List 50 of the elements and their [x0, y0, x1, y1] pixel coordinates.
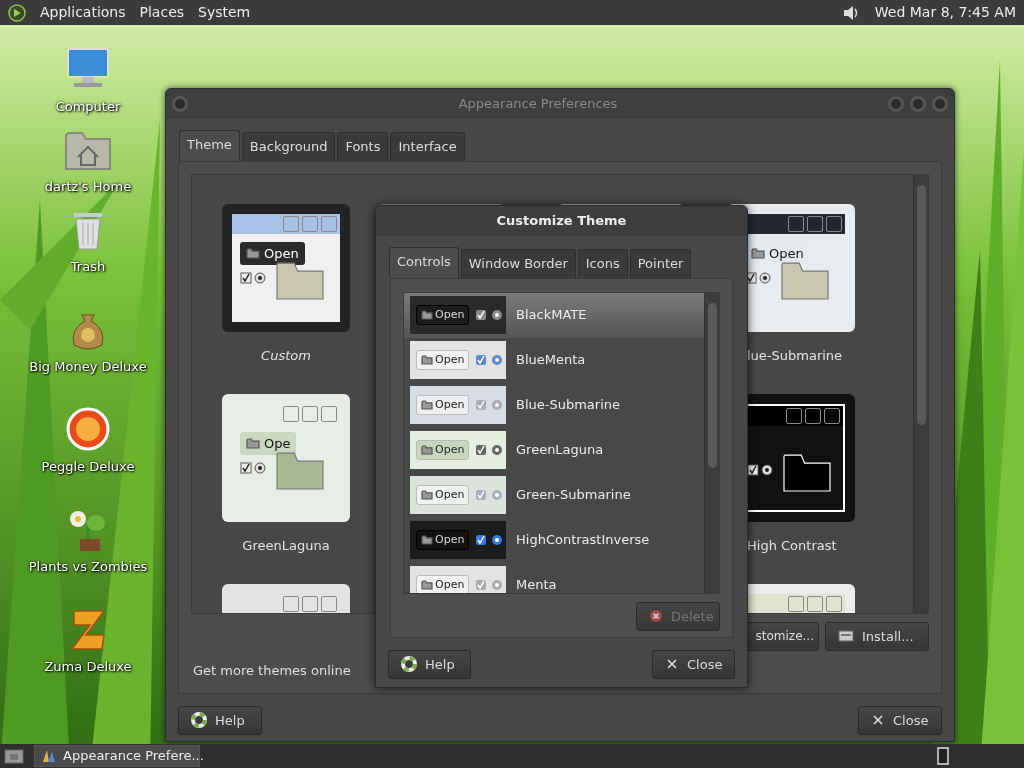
link[interactable]: Get more themes online	[193, 661, 351, 681]
close-button[interactable]: Close	[858, 705, 942, 735]
help-button[interactable]: Help	[388, 649, 471, 679]
window-title: Appearance Preferences	[458, 95, 618, 114]
list-item[interactable]: Open Menta	[404, 562, 704, 593]
preview-button: Open	[416, 439, 470, 461]
preview-button: Open	[416, 574, 470, 593]
list-item[interactable]: Open GreenLaguna	[404, 427, 704, 473]
list-item[interactable]: Open Blue-Submarine	[404, 382, 704, 428]
close-button[interactable]: Close	[652, 649, 735, 679]
tab[interactable]: Pointer	[629, 249, 692, 278]
menu-item[interactable]: System	[198, 2, 251, 23]
tab[interactable]: Interface	[390, 132, 465, 161]
preview-button: Open	[416, 529, 470, 551]
menu-item[interactable]: Applications	[40, 2, 126, 23]
tab[interactable]: Icons	[577, 249, 628, 278]
preview-button: Open	[416, 484, 470, 506]
theme-name: GreenLaguna	[242, 536, 330, 555]
preview-button: Open	[416, 349, 470, 371]
list-item[interactable]: Open HighContrastInverse	[404, 517, 704, 563]
theme-name: Custom	[261, 346, 311, 365]
tab[interactable]: Window Border	[460, 249, 576, 278]
theme-name: High Contrast	[746, 536, 837, 555]
help-button[interactable]: Help	[178, 705, 262, 735]
tab[interactable]: Theme	[179, 130, 240, 161]
preview-button: Open	[240, 241, 305, 265]
preview-button: Open	[416, 394, 470, 416]
list-item[interactable]: Open BlueMenta	[404, 337, 704, 383]
theme-thumbnail[interactable]: Open	[222, 203, 350, 332]
theme-name: lue-Submarine	[746, 346, 843, 365]
list-item[interactable]: Open BlackMATE	[404, 292, 704, 338]
theme-name: Menta	[516, 576, 557, 593]
theme-name: GreenLaguna	[516, 441, 604, 460]
clock[interactable]: Wed Mar 8, 7:45 AM	[874, 2, 1016, 23]
theme-name: HighContrastInverse	[516, 531, 650, 550]
theme-name: BlackMATE	[516, 306, 587, 325]
theme-name: Blue-Submarine	[516, 396, 621, 415]
theme-thumbnail[interactable]: Ope	[222, 393, 350, 522]
theme-name: Green-Submarine	[516, 486, 631, 505]
theme-name: BlueMenta	[516, 351, 586, 370]
tab[interactable]: Controls	[389, 247, 459, 278]
dialog-title: Customize Theme	[496, 212, 627, 231]
tab[interactable]: Fonts	[337, 132, 389, 161]
list-item[interactable]: Open Green-Submarine	[404, 472, 704, 518]
preview-button: Ope	[240, 431, 297, 455]
menu-item[interactable]: Places	[139, 2, 185, 23]
install-button[interactable]: Install...	[825, 621, 929, 651]
preview-button: Open	[416, 304, 470, 326]
tab[interactable]: Background	[241, 132, 336, 161]
icon-label[interactable]: Zuma Deluxe	[44, 657, 132, 677]
